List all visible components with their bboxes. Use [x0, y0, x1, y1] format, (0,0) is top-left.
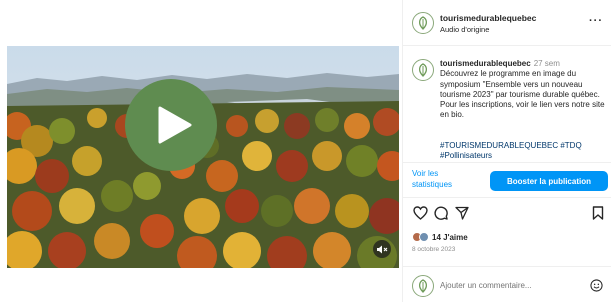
- caption-timestamp: 27 sem: [533, 59, 560, 68]
- avatar[interactable]: [412, 59, 434, 81]
- play-icon: [158, 106, 192, 144]
- audio-label[interactable]: Audio d'origine: [440, 25, 489, 34]
- avatar: [412, 275, 434, 297]
- avatar: [419, 232, 429, 242]
- caption-hashtags[interactable]: #TOURISMEDURABLEQUEBEC #TDQ #Pollinisate…: [440, 141, 606, 162]
- speech-bubble-icon: [434, 206, 448, 220]
- action-bar: [403, 205, 611, 225]
- leaf-logo-icon: [418, 63, 428, 77]
- more-options-button[interactable]: ···: [589, 15, 603, 27]
- leaf-logo-icon: [418, 279, 428, 293]
- like-button[interactable]: [412, 205, 428, 221]
- likes-row[interactable]: 14 J'aime: [412, 230, 468, 244]
- post-date: 8 octobre 2023: [412, 246, 456, 253]
- muted-speaker-icon: [376, 245, 387, 253]
- view-insights-link[interactable]: Voir les statistiques: [412, 169, 472, 190]
- smiley-icon[interactable]: [590, 279, 603, 292]
- caption-body: Découvrez le programme en image du sympo…: [440, 69, 605, 120]
- comment-input[interactable]: [440, 278, 580, 292]
- video-player[interactable]: [7, 46, 399, 268]
- insights-bar: Voir les statistiques Booster la publica…: [403, 162, 611, 198]
- comment-bar: [403, 266, 611, 302]
- play-button[interactable]: [125, 79, 217, 171]
- caption-area: tourismedurablequebec 27 sem Découvrez le…: [403, 47, 611, 162]
- share-button[interactable]: [454, 205, 470, 221]
- post-header: tourismedurablequebec Audio d'origine ··…: [403, 0, 611, 46]
- paper-plane-icon: [455, 206, 469, 220]
- boost-post-button[interactable]: Booster la publication: [490, 171, 608, 191]
- likes-count[interactable]: 14 J'aime: [432, 233, 468, 242]
- mute-button[interactable]: [373, 240, 391, 258]
- caption-text: tourismedurablequebec 27 sem Découvrez le…: [440, 59, 606, 121]
- bookmark-icon: [592, 206, 604, 220]
- leaf-logo-icon: [418, 16, 428, 30]
- save-button[interactable]: [590, 205, 606, 221]
- heart-outline-icon: [412, 206, 428, 220]
- caption-username[interactable]: tourismedurablequebec: [440, 59, 531, 68]
- post-author-username[interactable]: tourismedurablequebec: [440, 13, 536, 23]
- comment-button[interactable]: [433, 205, 449, 221]
- avatar[interactable]: [412, 12, 434, 34]
- post-info-pane: tourismedurablequebec Audio d'origine ··…: [402, 0, 611, 302]
- media-pane: [0, 0, 402, 302]
